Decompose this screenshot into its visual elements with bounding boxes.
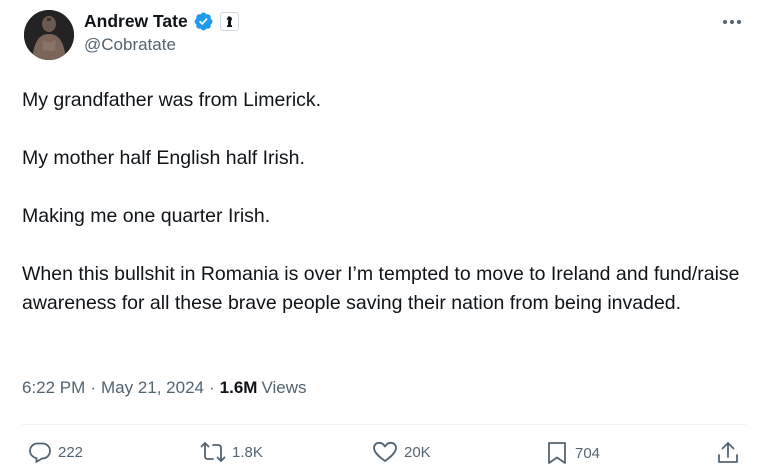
tweet-time[interactable]: 6:22 PM (22, 378, 85, 398)
meta-separator: · (90, 378, 96, 397)
tweet-paragraph: When this bullshit in Romania is over I’… (22, 263, 740, 314)
views-label: Views (261, 378, 307, 397)
author-block: Andrew Tate @Cobratate (84, 9, 239, 55)
reply-icon (29, 442, 51, 464)
handle[interactable]: @Cobratate (84, 35, 239, 55)
tweet-card: Andrew Tate @Cobratate My grandfather wa… (0, 0, 768, 474)
avatar-image (24, 10, 74, 60)
tweet-paragraph: Making me one quarter Irish. (22, 205, 271, 227)
share-icon (718, 442, 738, 463)
repost-icon (200, 442, 226, 462)
bookmark-count: 704 (575, 444, 601, 462)
tweet-date[interactable]: May 21, 2024 (101, 378, 204, 398)
like-icon (373, 441, 397, 462)
repost-button[interactable]: 1.8K (200, 440, 263, 464)
more-button[interactable] (714, 10, 750, 34)
like-count: 20K (404, 443, 431, 461)
action-bar: 222 1.8K 20K 704 (0, 436, 768, 472)
affiliate-badge-icon[interactable] (219, 11, 239, 31)
tweet-paragraph: My mother half English half Irish. (22, 147, 305, 169)
verified-icon[interactable] (193, 11, 214, 32)
meta-separator: · (209, 378, 215, 397)
divider (22, 424, 746, 425)
more-icon (723, 20, 741, 24)
reply-count: 222 (58, 443, 84, 461)
tweet-meta: 6:22 PM · May 21, 2024 · 1.6M Views (22, 378, 307, 398)
tweet-text: My grandfather was from Limerick. My mot… (22, 86, 752, 318)
display-name[interactable]: Andrew Tate (84, 11, 188, 32)
bookmark-icon (548, 442, 566, 464)
avatar[interactable] (24, 10, 74, 60)
views-count: 1.6M (219, 378, 258, 397)
name-row: Andrew Tate (84, 9, 239, 33)
repost-count: 1.8K (232, 443, 263, 461)
bookmark-button[interactable]: 704 (545, 440, 600, 466)
like-button[interactable]: 20K (372, 440, 431, 464)
tweet-paragraph: My grandfather was from Limerick. (22, 89, 322, 111)
reply-button[interactable]: 222 (28, 440, 83, 464)
share-button[interactable] (716, 440, 740, 466)
